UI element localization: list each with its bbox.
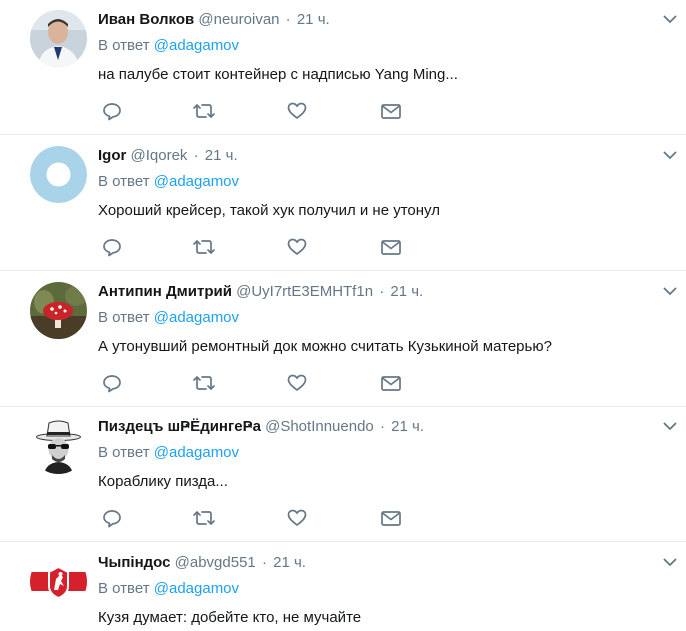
tweet[interactable]: Антипин Дмитрий @UyI7rtE3EMHTf1n · 21 ч.… xyxy=(0,272,686,407)
reply-icon[interactable] xyxy=(100,236,124,258)
chevron-down-icon[interactable] xyxy=(662,12,678,26)
tweet-header: Пиздецъ шҎЁдингеҎа @ShotInnuendo · 21 ч. xyxy=(98,417,424,437)
separator-dot: · xyxy=(379,418,385,435)
author-name[interactable]: Антипин Дмитрий xyxy=(98,283,232,300)
tweet[interactable]: Пиздецъ шҎЁдингеҎа @ShotInnuendo · 21 ч.… xyxy=(0,407,686,542)
timestamp[interactable]: 21 ч. xyxy=(273,554,306,571)
reply-context: В ответ @adagamov xyxy=(98,443,239,463)
tweet-text: Кузя думает: добейте кто, не мучайте xyxy=(98,609,362,626)
envelope-icon[interactable] xyxy=(379,372,403,394)
avatar[interactable] xyxy=(30,282,87,339)
tweet-text: на палубе стоит контейнер с надписью Yan… xyxy=(98,66,458,83)
avatar[interactable] xyxy=(30,417,87,474)
author-handle[interactable]: @neuroivan xyxy=(198,11,279,28)
chevron-down-icon[interactable] xyxy=(662,148,678,162)
separator-dot: · xyxy=(379,283,385,300)
timestamp[interactable]: 21 ч. xyxy=(390,283,423,300)
avatar[interactable] xyxy=(30,10,87,67)
reply-prefix: В ответ xyxy=(98,444,150,461)
author-handle[interactable]: @UyI7rtE3EMHTf1n xyxy=(236,283,373,300)
tweet-actions xyxy=(100,100,410,122)
tweet-header: Чыпіндос @abvgd551 · 21 ч. xyxy=(98,553,306,573)
reply-context: В ответ @adagamov xyxy=(98,172,239,192)
author-handle[interactable]: @Iqorek xyxy=(131,147,188,164)
timestamp[interactable]: 21 ч. xyxy=(391,418,424,435)
tweet[interactable]: Igor @Iqorek · 21 ч. В ответ @adagamov Х… xyxy=(0,136,686,271)
reply-prefix: В ответ xyxy=(98,309,150,326)
reply-mention-link[interactable]: @adagamov xyxy=(154,173,239,190)
retweet-icon[interactable] xyxy=(192,507,216,529)
envelope-icon[interactable] xyxy=(379,100,403,122)
avatar[interactable] xyxy=(30,146,87,203)
reply-mention-link[interactable]: @adagamov xyxy=(154,444,239,461)
chevron-down-icon[interactable] xyxy=(662,419,678,433)
reply-icon[interactable] xyxy=(100,372,124,394)
author-handle[interactable]: @abvgd551 xyxy=(175,554,256,571)
timeline: Иван Волков @neuroivan · 21 ч. В ответ @… xyxy=(0,0,686,631)
author-handle[interactable]: @ShotInnuendo xyxy=(265,418,374,435)
reply-icon[interactable] xyxy=(100,100,124,122)
reply-mention-link[interactable]: @adagamov xyxy=(154,309,239,326)
author-name[interactable]: Пиздецъ шҎЁдингеҎа xyxy=(98,418,261,435)
envelope-icon[interactable] xyxy=(379,507,403,529)
tweet-text: Кораблику пизда... xyxy=(98,473,228,490)
reply-icon[interactable] xyxy=(100,507,124,529)
tweet-header: Иван Волков @neuroivan · 21 ч. xyxy=(98,10,330,30)
reply-context: В ответ @adagamov xyxy=(98,36,239,56)
retweet-icon[interactable] xyxy=(192,100,216,122)
heart-icon[interactable] xyxy=(285,507,309,529)
reply-context: В ответ @adagamov xyxy=(98,308,239,328)
tweet-header: Igor @Iqorek · 21 ч. xyxy=(98,146,238,166)
tweet-actions xyxy=(100,372,410,394)
envelope-icon[interactable] xyxy=(379,236,403,258)
timestamp[interactable]: 21 ч. xyxy=(297,11,330,28)
reply-mention-link[interactable]: @adagamov xyxy=(154,37,239,54)
reply-prefix: В ответ xyxy=(98,173,150,190)
avatar[interactable] xyxy=(30,553,87,610)
chevron-down-icon[interactable] xyxy=(662,555,678,569)
chevron-down-icon[interactable] xyxy=(662,284,678,298)
author-name[interactable]: Иван Волков xyxy=(98,11,194,28)
retweet-icon[interactable] xyxy=(192,372,216,394)
tweet[interactable]: Чыпіндос @abvgd551 · 21 ч. В ответ @adag… xyxy=(0,543,686,631)
tweet-text: А утонувший ремонтный док можно считать … xyxy=(98,338,552,355)
separator-dot: · xyxy=(193,147,199,164)
tweet-actions xyxy=(100,507,410,529)
tweet-header: Антипин Дмитрий @UyI7rtE3EMHTf1n · 21 ч. xyxy=(98,282,423,302)
retweet-icon[interactable] xyxy=(192,236,216,258)
tweet-actions xyxy=(100,236,410,258)
tweet-text: Хороший крейсер, такой хук получил и не … xyxy=(98,202,440,219)
reply-mention-link[interactable]: @adagamov xyxy=(154,580,239,597)
heart-icon[interactable] xyxy=(285,100,309,122)
author-name[interactable]: Чыпіндос xyxy=(98,554,170,571)
tweet[interactable]: Иван Волков @neuroivan · 21 ч. В ответ @… xyxy=(0,0,686,135)
timestamp[interactable]: 21 ч. xyxy=(205,147,238,164)
separator-dot: · xyxy=(261,554,267,571)
heart-icon[interactable] xyxy=(285,236,309,258)
separator-dot: · xyxy=(285,11,291,28)
author-name[interactable]: Igor xyxy=(98,147,126,164)
heart-icon[interactable] xyxy=(285,372,309,394)
reply-context: В ответ @adagamov xyxy=(98,579,239,599)
reply-prefix: В ответ xyxy=(98,37,150,54)
reply-prefix: В ответ xyxy=(98,580,150,597)
